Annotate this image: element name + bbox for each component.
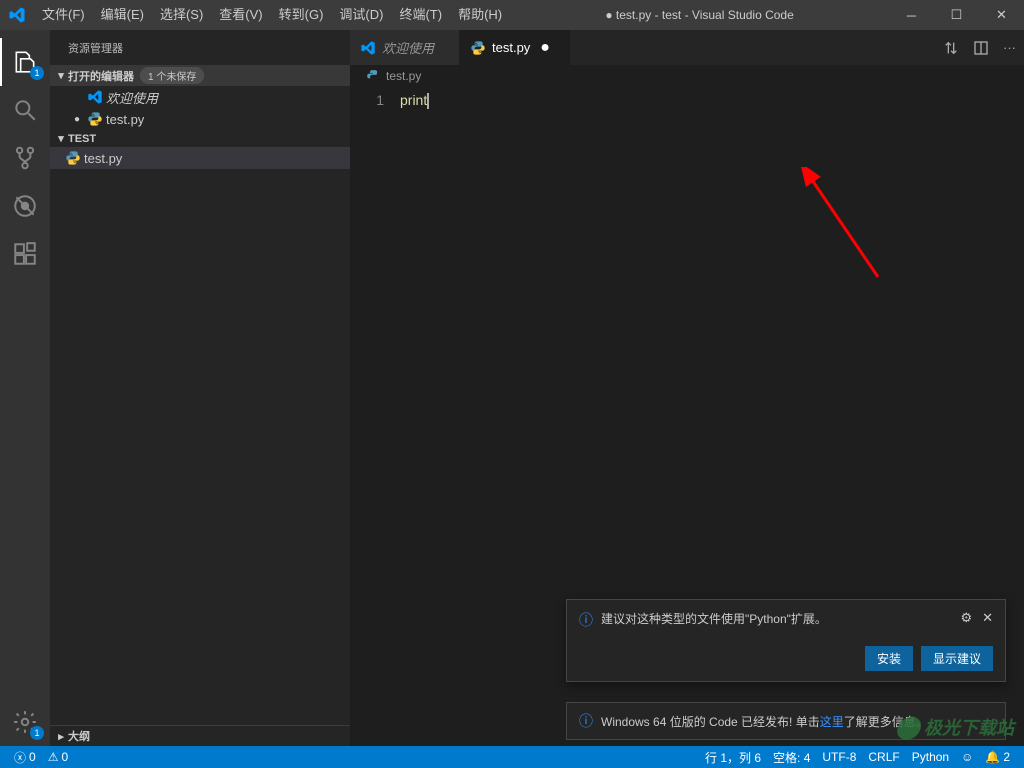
activity-scm[interactable] [0,134,50,182]
open-editors-label: 打开的编辑器 [68,68,134,84]
outline-header[interactable]: ▸ 大纲 [50,725,350,746]
open-editor-welcome[interactable]: 欢迎使用 [50,86,350,108]
folder-name: TEST [68,133,96,145]
tab-bar: 欢迎使用 test.py ● ··· [350,30,1024,65]
line-number-gutter: 1 [350,87,400,746]
folder-header[interactable]: ▾ TEST [50,130,350,147]
editor-actions: ··· [943,30,1024,65]
settings-badge: 1 [30,726,44,740]
unsaved-badge: 1 个未保存 [140,67,204,84]
activity-search[interactable] [0,86,50,134]
bell-icon: 🔔 [985,750,1000,764]
status-warnings[interactable]: ⚠0 [42,750,74,764]
activity-bar: 1 1 [0,30,50,746]
python-icon [64,150,82,166]
menu-view[interactable]: 查看(V) [211,0,270,30]
tab-label: 欢迎使用 [382,38,434,57]
sidebar: 资源管理器 ▾ 打开的编辑器 1 个未保存 欢迎使用 ● test.py ▾ T… [50,30,350,746]
text-cursor [427,93,429,109]
warning-icon: ⚠ [48,750,59,764]
status-errors[interactable]: ⓧ0 [8,749,42,766]
chevron-down-icon: ▾ [54,69,68,82]
gear-icon[interactable]: ⚙ [960,610,972,626]
menu-help[interactable]: 帮助(H) [450,0,510,30]
breadcrumb-file: test.py [386,69,421,83]
notification-message: 建议对这种类型的文件使用"Python"扩展。 [601,610,952,628]
notification-python-extension: ⓘ 建议对这种类型的文件使用"Python"扩展。 ⚙ ✕ 安装 显示建议 [566,599,1006,682]
status-notifications[interactable]: 🔔2 [979,750,1016,764]
error-icon: ⓧ [14,749,26,766]
status-language[interactable]: Python [906,750,955,764]
info-icon: ⓘ [579,610,593,630]
menu-bar: 文件(F) 编辑(E) 选择(S) 查看(V) 转到(G) 调试(D) 终端(T… [34,0,510,30]
python-icon [470,40,486,56]
menu-edit[interactable]: 编辑(E) [93,0,152,30]
info-icon: ⓘ [579,711,593,731]
open-editor-label: 欢迎使用 [106,88,158,107]
more-icon[interactable]: ··· [1003,40,1016,55]
dirty-dot-icon: ● [540,39,550,57]
open-editor-label: test.py [106,112,144,127]
outline-label: 大纲 [68,728,90,744]
open-editor-testpy[interactable]: ● test.py [50,108,350,130]
status-encoding[interactable]: UTF-8 [816,750,862,764]
notification-update: ⓘ Windows 64 位版的 Code 已经发布! 单击这里了解更多信息。 [566,702,1006,740]
window-controls: ─ ☐ ✕ [889,0,1024,30]
file-label: test.py [84,151,122,166]
menu-go[interactable]: 转到(G) [271,0,332,30]
show-recommendations-button[interactable]: 显示建议 [921,646,993,671]
file-testpy[interactable]: test.py [50,147,350,169]
code-token: print [400,92,427,108]
python-icon [86,111,104,127]
open-editors-header[interactable]: ▾ 打开的编辑器 1 个未保存 [50,65,350,86]
menu-file[interactable]: 文件(F) [34,0,93,30]
sidebar-title: 资源管理器 [50,30,350,65]
toast-link[interactable]: 这里 [820,715,844,729]
menu-debug[interactable]: 调试(D) [331,0,391,30]
chevron-right-icon: ▸ [54,730,68,743]
tab-label: test.py [492,40,530,55]
activity-debug[interactable] [0,182,50,230]
vscode-icon [86,89,104,105]
split-editor-icon[interactable] [973,40,989,56]
menu-terminal[interactable]: 终端(T) [391,0,450,30]
activity-explorer[interactable]: 1 [0,38,50,86]
chevron-down-icon: ▾ [54,132,68,145]
dirty-dot-icon: ● [68,114,86,125]
status-spaces[interactable]: 空格: 4 [767,749,816,766]
toast-message: Windows 64 位版的 Code 已经发布! 单击这里了解更多信息。 [601,713,928,730]
menu-select[interactable]: 选择(S) [152,0,211,30]
close-button[interactable]: ✕ [979,0,1024,30]
activity-settings[interactable]: 1 [0,698,50,746]
breadcrumb[interactable]: test.py [350,65,1024,87]
tab-welcome[interactable]: 欢迎使用 [350,30,460,65]
install-button[interactable]: 安装 [865,646,913,671]
python-icon [366,69,380,83]
window-title: ● test.py - test - Visual Studio Code [510,8,889,22]
minimize-button[interactable]: ─ [889,0,934,30]
activity-extensions[interactable] [0,230,50,278]
status-eol[interactable]: CRLF [862,750,905,764]
close-icon[interactable]: ✕ [982,610,993,626]
tab-testpy[interactable]: test.py ● [460,30,570,65]
vscode-logo-icon [8,6,26,24]
maximize-button[interactable]: ☐ [934,0,979,30]
vscode-icon [360,40,376,56]
compare-icon[interactable] [943,40,959,56]
status-feedback[interactable]: ☺ [955,750,979,764]
status-bar: ⓧ0 ⚠0 行 1，列 6 空格: 4 UTF-8 CRLF Python ☺ … [0,746,1024,768]
status-cursor[interactable]: 行 1，列 6 [699,749,767,766]
explorer-badge: 1 [30,66,44,80]
title-bar: 文件(F) 编辑(E) 选择(S) 查看(V) 转到(G) 调试(D) 终端(T… [0,0,1024,30]
